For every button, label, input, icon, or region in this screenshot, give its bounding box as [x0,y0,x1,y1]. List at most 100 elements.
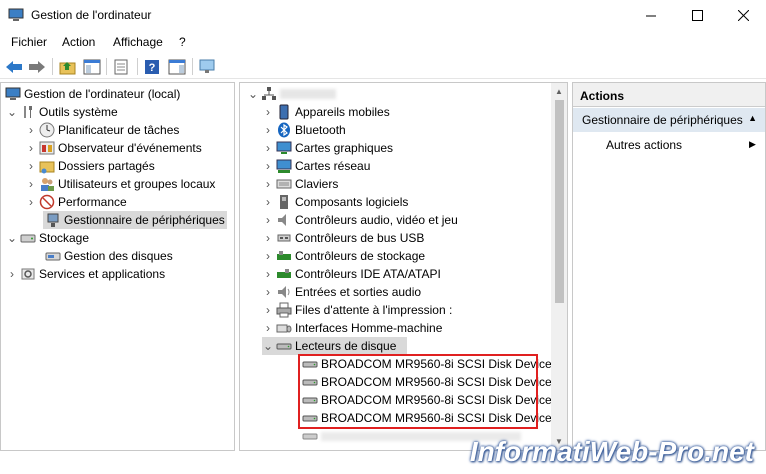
chevron-right-icon[interactable]: › [262,157,274,175]
menu-affichage[interactable]: Affichage [113,35,163,49]
chevron-down-icon[interactable]: ⌄ [6,229,18,247]
device-category[interactable]: › Contrôleurs de bus USB [262,229,424,247]
window-title: Gestion de l'ordinateur [31,8,152,22]
clock-icon [39,122,55,138]
tree-services[interactable]: › Services et applications [6,265,165,283]
chevron-right-icon[interactable]: › [262,175,274,193]
tree-item-shared-folders[interactable]: › Dossiers partagés [25,157,155,175]
menu-fichier[interactable]: Fichier [11,35,47,49]
device-category-disk-drives[interactable]: ⌄ Lecteurs de disque [262,337,407,355]
tree-system-tools[interactable]: ⌄ Outils système [6,103,118,121]
console-tree-pane: Gestion de l'ordinateur (local) ⌄ Outils… [0,82,235,451]
chevron-right-icon[interactable]: › [25,175,37,193]
chevron-right-icon[interactable]: › [262,283,274,301]
chevron-right-icon[interactable]: › [25,157,37,175]
device-root[interactable]: ⌄ [247,85,336,103]
monitor-button[interactable] [196,56,218,78]
hid-icon [276,320,292,336]
software-component-icon [276,194,292,210]
folder-up-icon [59,62,76,75]
maximize-button[interactable] [674,0,720,31]
back-arrow-icon [6,61,22,73]
device-category[interactable]: › Files d'attente à l'impression : [262,301,452,319]
up-folder-button[interactable] [57,56,79,78]
chevron-down-icon[interactable]: ⌄ [6,103,18,121]
actions-section[interactable]: Gestionnaire de périphériques ▲ [573,108,765,132]
more-actions[interactable]: Autres actions [606,138,682,152]
title-bar: Gestion de l'ordinateur [0,0,766,31]
maximize-icon [691,10,703,21]
actions-pane: Actions Gestionnaire de périphériques ▲ … [572,82,766,451]
disk-drive-icon [276,338,292,354]
tree-item-task-scheduler[interactable]: › Planificateur de tâches [25,121,179,139]
collapse-arrow-icon[interactable]: ▲ [748,113,757,123]
chevron-right-icon[interactable]: › [262,121,274,139]
properties-button[interactable] [110,56,132,78]
svg-text:?: ? [149,62,156,74]
minimize-button[interactable] [628,0,674,31]
chevron-right-icon[interactable]: › [262,265,274,283]
chevron-right-icon[interactable]: › [262,247,274,265]
device-category[interactable]: › Entrées et sorties audio [262,283,421,301]
chevron-down-icon[interactable]: ⌄ [262,337,274,355]
redacted-computer-name [280,89,336,99]
vertical-scrollbar[interactable]: ▲ ▼ [551,83,567,450]
chevron-right-icon[interactable]: › [262,301,274,319]
chevron-right-icon[interactable]: › [25,121,37,139]
chevron-right-icon[interactable]: › [262,229,274,247]
chevron-right-icon[interactable]: › [262,211,274,229]
mobile-device-icon [276,104,292,120]
tree-item-event-viewer[interactable]: › Observateur d'événements [25,139,202,157]
chevron-right-icon[interactable]: › [262,103,274,121]
device-category[interactable]: › Claviers [262,175,338,193]
monitor-icon [199,59,215,73]
menu-help[interactable]: ? [179,35,186,49]
device-category[interactable]: › Contrôleurs IDE ATA/ATAPI [262,265,441,283]
help-button[interactable]: ? [141,56,163,78]
display-adapter-icon [276,140,292,156]
show-hide-tree-button[interactable] [81,56,103,78]
device-category[interactable]: › Cartes graphiques [262,139,393,157]
speaker-icon [276,212,292,228]
device-manager-icon [45,212,61,228]
menu-action[interactable]: Action [62,35,95,49]
tree-storage[interactable]: ⌄ Stockage [6,229,89,247]
highlight-box [298,354,538,429]
tree-item-device-manager[interactable]: Gestionnaire de périphériques [43,211,227,229]
back-button[interactable] [3,56,25,78]
device-category[interactable]: › Contrôleurs audio, vidéo et jeu [262,211,458,229]
submenu-arrow-icon[interactable]: ▶ [749,139,756,150]
device-category[interactable]: › Interfaces Homme-machine [262,319,442,337]
chevron-down-icon[interactable]: ⌄ [247,85,259,103]
device-category[interactable]: › Bluetooth [262,121,346,139]
show-action-pane-button[interactable] [166,56,188,78]
tree-item-disk-management[interactable]: Gestion des disques [43,247,173,265]
minimize-icon [645,15,656,17]
chevron-right-icon[interactable]: › [25,193,37,211]
tree-item-performance[interactable]: › Performance [25,193,127,211]
storage-icon [20,230,36,246]
close-button[interactable] [720,0,766,31]
network-adapter-icon [276,158,292,174]
scrollbar-thumb[interactable] [555,100,564,303]
tree-root[interactable]: Gestion de l'ordinateur (local) [3,85,180,103]
toolbar: ? [0,54,766,79]
chevron-right-icon[interactable]: › [262,139,274,157]
tree-item-local-users[interactable]: › Utilisateurs et groupes locaux [25,175,215,193]
scroll-up-arrow-icon[interactable]: ▲ [555,87,563,96]
event-viewer-icon [39,140,55,156]
chevron-right-icon[interactable]: › [262,193,274,211]
actions-header: Actions [573,83,765,107]
device-category[interactable]: › Composants logiciels [262,193,408,211]
device-category[interactable]: › Appareils mobiles [262,103,390,121]
device-category[interactable]: › Contrôleurs de stockage [262,247,425,265]
menu-bar: Fichier Action Affichage ? [0,33,766,53]
chevron-right-icon[interactable]: › [25,139,37,157]
chevron-right-icon[interactable]: › [6,265,18,283]
device-category[interactable]: › Cartes réseau [262,157,370,175]
forward-button[interactable] [26,56,48,78]
chevron-right-icon[interactable]: › [262,319,274,337]
forward-arrow-icon [29,61,45,73]
performance-icon [39,194,55,210]
usb-icon [276,230,292,246]
